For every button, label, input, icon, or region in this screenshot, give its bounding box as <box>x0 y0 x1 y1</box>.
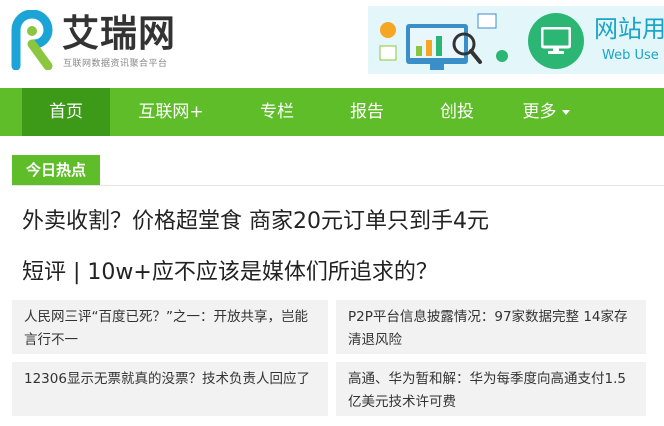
news-card[interactable]: 12306显示无票就真的没票？技术负责人回应了 <box>12 362 328 416</box>
site-logo[interactable]: 艾瑞网 互联网数据资讯聚合平台 <box>10 6 200 72</box>
headline-link[interactable]: 外卖收割？价格超堂食 商家20元订单只到手4元 <box>22 203 489 235</box>
nav-item-home[interactable]: 首页 <box>22 88 110 136</box>
nav-item-more-label: 更多 <box>522 102 557 122</box>
logo-r-icon <box>11 10 53 70</box>
nav-item-columns[interactable]: 专栏 <box>247 88 307 136</box>
banner-subtitle: Web Use <box>602 48 659 63</box>
hot-topics-label: 今日热点 <box>12 155 100 185</box>
nav-item-internet-plus[interactable]: 互联网+ <box>110 88 232 136</box>
site-header: 艾瑞网 互联网数据资讯聚合平台 网站用 Web Use <box>0 0 664 88</box>
banner-title: 网站用 <box>594 15 664 43</box>
headline-link[interactable]: 短评 | 10w+应不应该是媒体们所追求的？ <box>22 254 438 286</box>
news-card[interactable]: 人民网三评“百度已死？”之一：开放共享，岂能言行不一 <box>12 300 328 354</box>
main-nav: 首页 互联网+ 专栏 报告 创投 更多 <box>0 88 664 136</box>
ad-banner[interactable]: 网站用 Web Use <box>368 6 664 74</box>
monitor-badge <box>528 13 584 69</box>
site-tagline: 互联网数据资讯聚合平台 <box>63 59 168 69</box>
nav-item-more[interactable]: 更多 <box>506 88 586 136</box>
site-name: 艾瑞网 <box>62 12 176 55</box>
nav-item-reports[interactable]: 报告 <box>337 88 397 136</box>
monitor-icon <box>541 27 571 54</box>
caret-down-icon <box>561 109 570 115</box>
news-card[interactable]: 高通、华为暂和解：华为每季度向高通支付1.5亿美元技术许可费 <box>336 362 646 416</box>
nav-item-venture[interactable]: 创投 <box>427 88 487 136</box>
news-card[interactable]: P2P平台信息披露情况：97家数据完整 14家存清退风险 <box>336 300 646 354</box>
section-divider <box>12 185 664 186</box>
analytics-illustration-icon <box>379 13 508 70</box>
